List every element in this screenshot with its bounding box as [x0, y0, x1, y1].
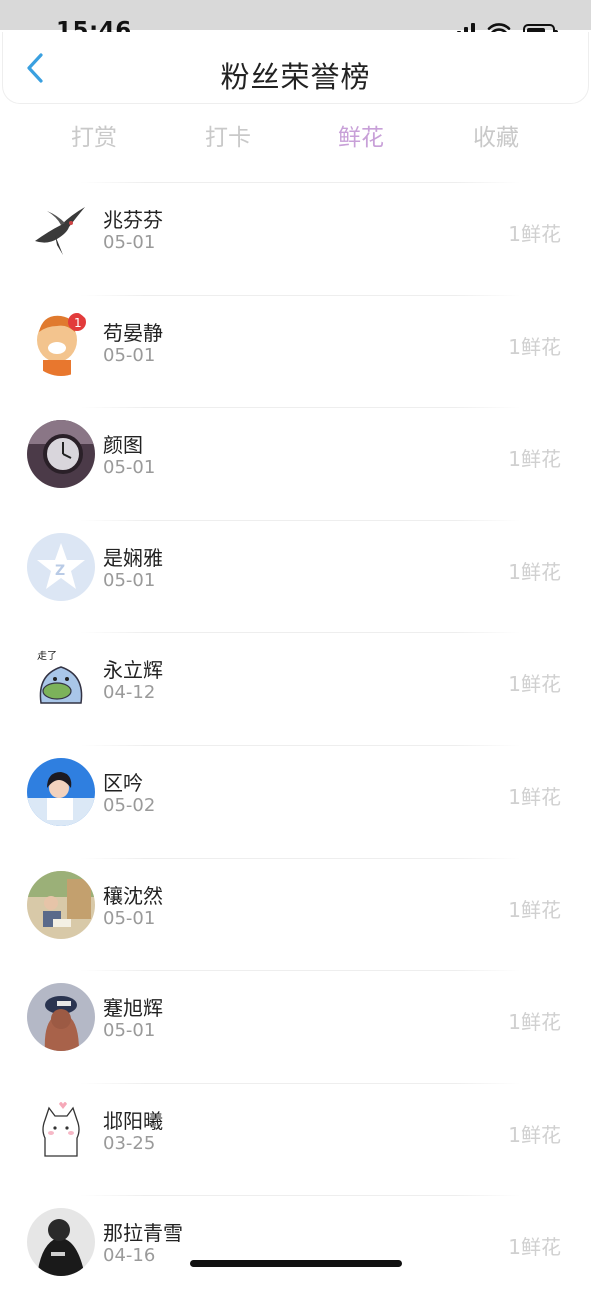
- fan-date: 05-01: [103, 457, 156, 479]
- flower-count: 1鲜花: [508, 334, 561, 359]
- tab-bar: 打赏 打卡 鲜花 收藏: [0, 112, 591, 158]
- flower-count: 1鲜花: [508, 447, 561, 472]
- divider: [80, 407, 521, 409]
- divider: [80, 294, 521, 296]
- divider: [80, 744, 521, 746]
- flower-count: 1鲜花: [508, 1235, 561, 1260]
- divider: [80, 1082, 521, 1084]
- flower-count: 1鲜花: [508, 222, 561, 246]
- tab-reward[interactable]: 打赏: [44, 118, 144, 152]
- fan-list: 兆芬芬 05-01 1鲜花 1 苟晏静 05-01 1鲜花 颜图 05-01 1…: [0, 182, 591, 1308]
- flower-count: 1鲜花: [508, 672, 561, 697]
- avatar[interactable]: Z: [27, 532, 95, 601]
- fan-name: 邶阳曦: [103, 1108, 163, 1133]
- avatar[interactable]: [27, 195, 95, 263]
- divider: [80, 182, 521, 183]
- green-frog-icon: 走了: [27, 645, 95, 714]
- divider: [80, 632, 521, 634]
- clock-icon: [27, 420, 95, 489]
- svg-text:1: 1: [74, 316, 82, 330]
- default-star-icon: Z: [27, 532, 95, 601]
- list-item[interactable]: 区吟 05-02 1鲜花: [0, 744, 591, 858]
- list-item[interactable]: Z 是娴雅 05-01 1鲜花: [0, 519, 591, 633]
- girl-cap-icon: [27, 983, 95, 1052]
- list-item[interactable]: 颜图 05-01 1鲜花: [0, 407, 591, 520]
- girl-blue-sky-icon: [27, 757, 95, 826]
- fan-date: 05-01: [103, 1020, 156, 1042]
- avatar[interactable]: [27, 1095, 95, 1164]
- avatar[interactable]: [27, 1208, 95, 1277]
- divider: [80, 857, 521, 859]
- avatar[interactable]: [27, 983, 95, 1052]
- home-indicator[interactable]: [190, 1260, 402, 1267]
- fan-name: 穰沈然: [103, 883, 163, 908]
- fan-date: 05-02: [103, 794, 156, 816]
- fan-name: 颜图: [103, 433, 143, 458]
- fan-date: 05-01: [103, 232, 156, 253]
- swallow-bird-icon: [27, 195, 95, 263]
- fan-date: 05-01: [103, 344, 156, 366]
- tab-favorites[interactable]: 收藏: [446, 118, 546, 152]
- black-white-photo-icon: [27, 1208, 95, 1277]
- avatar[interactable]: [27, 870, 95, 939]
- fan-name: 那拉青雪: [103, 1221, 183, 1246]
- list-item[interactable]: 走了 永立辉 04-12 1鲜花: [0, 632, 591, 745]
- fan-name: 区吟: [103, 770, 143, 795]
- divider: [80, 970, 521, 972]
- cartoon-boy-icon: 1: [27, 307, 95, 376]
- navigation-bar: 粉丝荣誉榜: [2, 32, 589, 104]
- avatar[interactable]: 1: [27, 307, 95, 376]
- flower-count: 1鲜花: [508, 784, 561, 809]
- child-reading-icon: [27, 870, 95, 939]
- fan-date: 04-16: [103, 1245, 156, 1267]
- flower-count: 1鲜花: [508, 897, 561, 922]
- fan-name: 蹇旭辉: [103, 996, 163, 1021]
- fan-date: 04-12: [103, 682, 156, 704]
- fan-name: 苟晏静: [103, 320, 163, 345]
- avatar[interactable]: [27, 420, 95, 489]
- fan-name: 是娴雅: [103, 545, 163, 570]
- svg-text:Z: Z: [55, 563, 65, 579]
- flower-count: 1鲜花: [508, 1010, 561, 1035]
- avatar[interactable]: [27, 757, 95, 826]
- fan-date: 03-25: [103, 1132, 156, 1154]
- list-item[interactable]: 那拉青雪 04-16 1鲜花: [0, 1195, 591, 1308]
- fan-date: 05-01: [103, 569, 156, 591]
- fan-name: 兆芬芬: [103, 208, 163, 232]
- white-cat-icon: [27, 1095, 95, 1164]
- svg-text:走了: 走了: [37, 650, 57, 662]
- fan-name: 永立辉: [103, 658, 163, 683]
- list-item[interactable]: 兆芬芬 05-01 1鲜花: [0, 182, 591, 295]
- flower-count: 1鲜花: [508, 1122, 561, 1147]
- list-item[interactable]: 1 苟晏静 05-01 1鲜花: [0, 294, 591, 408]
- page-title: 粉丝荣誉榜: [220, 60, 371, 94]
- tab-flowers[interactable]: 鲜花: [311, 118, 411, 152]
- divider: [80, 519, 521, 521]
- list-item[interactable]: 蹇旭辉 05-01 1鲜花: [0, 970, 591, 1083]
- tab-checkin[interactable]: 打卡: [178, 118, 278, 152]
- divider: [80, 1195, 521, 1197]
- fan-date: 05-01: [103, 907, 156, 929]
- avatar[interactable]: 走了: [27, 645, 95, 714]
- list-item[interactable]: 邶阳曦 03-25 1鲜花: [0, 1082, 591, 1196]
- list-item[interactable]: 穰沈然 05-01 1鲜花: [0, 857, 591, 971]
- flower-count: 1鲜花: [508, 559, 561, 584]
